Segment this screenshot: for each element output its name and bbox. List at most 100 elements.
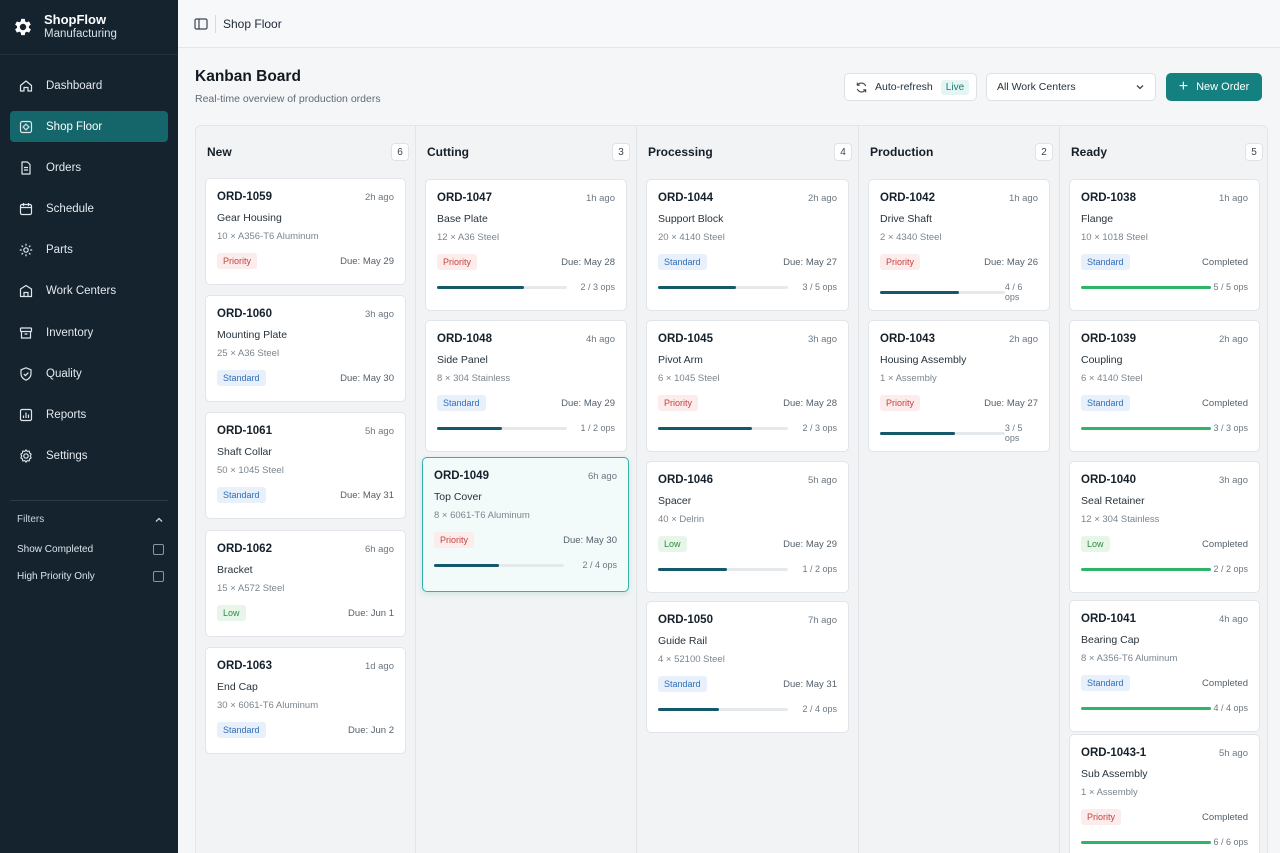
order-card[interactable]: ORD-1039 2h ago Coupling 6 × 4140 Steel Stan…	[1069, 320, 1260, 452]
order-card[interactable]: ORD-1060 3h ago Mounting Plate 25 × A36 Ste…	[205, 295, 406, 402]
order-card[interactable]: ORD-1046 5h ago Spacer 40 × Delrin Low Due: M…	[646, 461, 849, 593]
card-meta: Standard Due: May 31	[658, 676, 837, 692]
order-card[interactable]: ORD-1063 1d ago End Cap 30 × 6061-T6 Alumin…	[205, 647, 406, 754]
chevron-up-icon[interactable]	[154, 515, 164, 525]
progress-fill	[658, 426, 752, 430]
filter-high-priority[interactable]: High Priority Only	[10, 569, 168, 583]
due-date: Due: May 27	[984, 397, 1038, 409]
card-meta: Low Due: May 29	[658, 536, 837, 552]
card-header: ORD-1046 5h ago	[658, 474, 837, 486]
card-meta: Standard Due: May 29	[437, 395, 615, 411]
part-name: Housing Assembly	[880, 354, 967, 366]
sidebar-item-dashboard[interactable]: Dashboard	[10, 70, 168, 101]
progress-bar	[1081, 840, 1211, 844]
column-count-badge: 6	[391, 143, 409, 161]
order-time: 2h ago	[364, 192, 394, 203]
order-card[interactable]: ORD-1041 4h ago Bearing Cap 8 × A356-T6 Alu…	[1069, 600, 1260, 732]
work-center-value: All Work Centers	[997, 81, 1076, 93]
part-material: 8 × A356-T6 Aluminum	[1081, 653, 1178, 664]
due-date: Due: May 29	[561, 397, 615, 409]
order-card[interactable]: ORD-1061 5h ago Shaft Collar 50 × 1045 Stee…	[205, 412, 406, 519]
order-card[interactable]: ORD-1043-1 5h ago Sub Assembly 1 × Assembly…	[1069, 734, 1260, 853]
part-material: 12 × 304 Stainless	[1081, 514, 1160, 525]
ops-count: 2 / 3 ops	[802, 423, 837, 433]
card-header: ORD-1043-1 5h ago	[1081, 747, 1248, 759]
part-material: 12 × A36 Steel	[437, 232, 500, 243]
card-header: ORD-1060 3h ago	[217, 308, 394, 320]
card-header: ORD-1050 7h ago	[658, 614, 837, 626]
order-id: ORD-1039	[1081, 333, 1136, 345]
order-card[interactable]: ORD-1042 1h ago Drive Shaft 2 × 4340 Steel P…	[868, 179, 1050, 311]
kanban-board: New 6 ORD-1059 2h ago Gear Housing 10 × A356-…	[195, 125, 1268, 853]
card-meta: Priority Due: May 30	[434, 532, 617, 548]
order-card[interactable]: ORD-1049 6h ago Top Cover 8 × 6061-T6 Alumi…	[422, 457, 629, 592]
ops-count: 3 / 5 ops	[1004, 423, 1023, 443]
card-header: ORD-1042 1h ago	[880, 192, 1038, 204]
column-header: Processing 4	[637, 126, 858, 178]
work-center-select[interactable]: All Work Centers	[986, 73, 1156, 101]
sidebar-item-quality[interactable]: Quality	[10, 358, 168, 389]
order-time: 5h ago	[364, 426, 394, 437]
order-time: 4h ago	[585, 334, 615, 345]
part-name: Drive Shaft	[880, 213, 932, 225]
order-card[interactable]: ORD-1048 4h ago Side Panel 8 × 304 Stainles…	[425, 320, 627, 452]
order-card[interactable]: ORD-1045 3h ago Pivot Arm 6 × 1045 Steel Pri…	[646, 320, 849, 452]
part-material: 20 × 4140 Steel	[658, 232, 725, 243]
sidebar-item-parts[interactable]: Parts	[10, 235, 168, 266]
progress-bar	[437, 426, 567, 430]
sidebar-item-shop-floor[interactable]: Shop Floor	[10, 111, 168, 143]
progress-fill	[1081, 840, 1211, 844]
part-material: 30 × 6061-T6 Aluminum	[217, 700, 319, 711]
part-material: 1 × Assembly	[880, 373, 937, 384]
ops-count: 3 / 5 ops	[802, 282, 837, 292]
order-card[interactable]: ORD-1047 1h ago Base Plate 12 × A36 Steel Pr…	[425, 179, 627, 311]
card-meta: Standard Completed	[1081, 254, 1248, 270]
card-progress: 6 / 6 ops	[1081, 837, 1248, 847]
part-material: 50 × 1045 Steel	[217, 465, 284, 476]
part-name: Bracket	[217, 564, 253, 576]
sidebar-toggle-icon[interactable]	[194, 17, 208, 31]
sidebar-item-settings[interactable]: Settings	[10, 441, 168, 472]
card-progress: 3 / 3 ops	[1081, 423, 1248, 433]
order-card[interactable]: ORD-1044 2h ago Support Block 20 × 4140 Ste…	[646, 179, 849, 311]
auto-refresh-button[interactable]: Auto-refresh Live	[844, 73, 977, 101]
priority-badge: Priority	[1081, 809, 1122, 825]
filters-panel: Filters Show Completed High Priority Onl…	[10, 500, 168, 583]
card-progress: 2 / 3 ops	[437, 282, 615, 292]
order-card[interactable]: ORD-1062 6h ago Bracket 15 × A572 Steel Low D…	[205, 530, 406, 637]
sidebar-item-schedule[interactable]: Schedule	[10, 194, 168, 225]
breadcrumb[interactable]: Shop Floor	[223, 17, 282, 31]
brand[interactable]: ShopFlow Manufacturing	[0, 0, 178, 55]
progress-fill	[658, 707, 720, 711]
progress-fill	[1081, 567, 1211, 571]
part-name: Pivot Arm	[658, 354, 703, 366]
order-id: ORD-1045	[658, 333, 713, 345]
card-header: ORD-1063 1d ago	[217, 660, 394, 672]
sidebar-item-orders[interactable]: Orders	[10, 152, 168, 183]
ops-count: 6 / 6 ops	[1213, 837, 1248, 847]
filter-show-completed[interactable]: Show Completed	[10, 542, 168, 556]
ops-count: 4 / 4 ops	[1213, 703, 1248, 713]
order-card[interactable]: ORD-1040 3h ago Seal Retainer 12 × 304 Stai…	[1069, 461, 1260, 593]
gear-icon	[18, 242, 34, 258]
card-progress: 1 / 2 ops	[658, 564, 837, 574]
order-card[interactable]: ORD-1038 1h ago Flange 10 × 1018 Steel Stand…	[1069, 179, 1260, 311]
progress-fill	[437, 426, 502, 430]
card-meta: Standard Completed	[1081, 675, 1248, 691]
order-card[interactable]: ORD-1043 2h ago Housing Assembly 1 × Assemb…	[868, 320, 1050, 452]
show-completed-checkbox[interactable]	[153, 543, 164, 555]
ops-count: 2 / 3 ops	[580, 282, 615, 292]
order-card[interactable]: ORD-1050 7h ago Guide Rail 4 × 52100 Steel S…	[646, 601, 849, 733]
sidebar-item-work-centers[interactable]: Work Centers	[10, 276, 168, 307]
high-priority-checkbox[interactable]	[153, 570, 164, 582]
priority-badge: Priority	[658, 395, 699, 411]
due-date: Completed	[1202, 811, 1248, 823]
part-name: Shaft Collar	[217, 446, 272, 458]
ops-count: 2 / 4 ops	[802, 704, 837, 714]
part-name: Guide Rail	[658, 635, 708, 647]
new-order-button[interactable]: + New Order	[1166, 73, 1262, 101]
filters-header[interactable]: Filters	[10, 501, 168, 525]
sidebar-item-reports[interactable]: Reports	[10, 400, 168, 431]
sidebar-item-inventory[interactable]: Inventory	[10, 317, 168, 348]
order-card[interactable]: ORD-1059 2h ago Gear Housing 10 × A356-T6 A…	[205, 178, 406, 285]
